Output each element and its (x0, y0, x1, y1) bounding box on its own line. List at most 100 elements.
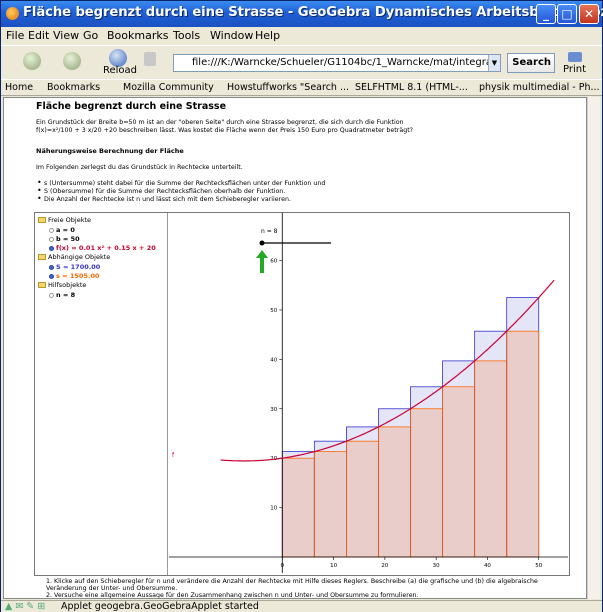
curve-label: f (172, 452, 175, 459)
status-text: Applet geogebra.GeoGebraApplet started (61, 601, 259, 612)
url-text: file:///K:/Warncke/Schueler/G1104bc/1_Wa… (192, 57, 501, 68)
chevron-down-icon[interactable]: ▼ (488, 55, 500, 71)
search-button[interactable]: Search (507, 53, 555, 73)
algebra-item[interactable]: s = 1505.00 (49, 272, 99, 280)
algebra-item[interactable]: f(x) = 0.01 x² + 0.15 x + 20 (49, 244, 156, 252)
window-title: Fläche begrenzt durch eine Strasse - Geo… (23, 5, 603, 20)
lower-sum-bar (281, 457, 315, 558)
bookmark-physik[interactable]: physik multimedial - Ph... (479, 82, 600, 93)
visibility-toggle-icon[interactable] (49, 245, 54, 251)
lower-sum-bar (506, 330, 540, 558)
bookmark-mozilla-community[interactable]: Mozilla Community (123, 82, 214, 93)
title-bar[interactable]: Fläche begrenzt durch eine Strasse - Geo… (1, 1, 603, 27)
lower-sum-bar (346, 440, 379, 558)
algebra-item-text: b = 50 (56, 235, 80, 243)
menu-bar: File Edit View Go Bookmarks Tools Window… (1, 27, 602, 45)
algebra-item-text: n = 8 (56, 291, 76, 299)
menu-edit[interactable]: Edit (28, 29, 49, 42)
algebra-item-text: f(x) = 0.01 x² + 0.15 x + 20 (56, 244, 156, 252)
visibility-toggle-icon[interactable] (49, 273, 54, 279)
arrow-up-icon (256, 250, 268, 273)
stop-icon[interactable] (144, 52, 156, 66)
lower-sum-bar (442, 386, 476, 558)
geogebra-applet[interactable]: Freie Objekte Abhängige Objekte Hilfsobj… (34, 212, 570, 576)
printer-icon (567, 52, 582, 62)
task-2: 2. Versuche eine allgemeine Aussage für … (46, 592, 419, 599)
page-content: Fläche begrenzt durch eine Strasse Ein G… (3, 97, 587, 599)
algebra-item-text: S = 1700.00 (56, 263, 101, 271)
algebra-item[interactable]: S = 1700.00 (49, 263, 100, 271)
slider-knob[interactable] (259, 240, 265, 246)
status-bar: ▲ ✉ ✎ ⊞ Applet geogebra.GeoGebraApplet s… (1, 600, 602, 612)
status-icons: ▲ ✉ ✎ ⊞ (5, 601, 46, 612)
menu-tools[interactable]: Tools (173, 29, 200, 42)
visibility-toggle-icon[interactable] (49, 264, 54, 270)
reload-button[interactable]: Reload (103, 65, 137, 76)
visibility-toggle-icon[interactable] (49, 292, 54, 298)
y-tick-label: 40 (270, 357, 277, 363)
graphics-view[interactable]: 0 10 20 30 40 50102030405060 f n = 8 (169, 213, 570, 575)
print-label: Print (563, 64, 587, 75)
task-1-line-2: Veränderung der Unter- und Obersumme. (46, 585, 178, 592)
intro-line-1: Ein Grundstück der Breite b=50 m ist an … (36, 119, 404, 126)
bookmark-howstuffworks[interactable]: Howstuffworks "Search ... (227, 82, 349, 93)
algebra-item[interactable]: a = 0 (49, 226, 75, 234)
lower-sum-bar (313, 451, 347, 558)
algebra-item[interactable]: b = 50 (49, 235, 80, 243)
visibility-toggle-icon[interactable] (49, 236, 54, 242)
x-tick-label: 0 (281, 563, 285, 569)
task-1-line-1: 1. Klicke auf den Schieberegler für n un… (46, 578, 538, 585)
bookmark-home[interactable]: Home (5, 82, 33, 93)
bookmark-selfhtml[interactable]: SELFHTML 8.1 (HTML-... (355, 82, 468, 93)
navigation-toolbar: Reload file:///K:/Warncke/Schueler/G1104… (1, 45, 602, 79)
bullet-obersumme: S (Obersumme) für die Summe der Rechteck… (37, 186, 285, 195)
back-icon[interactable] (23, 52, 41, 70)
dependent-objects-folder[interactable]: Abhängige Objekte (38, 253, 110, 261)
algebra-item[interactable]: n = 8 (49, 291, 75, 299)
section-intro: Im Folgenden zerlegst du das Grundstück … (36, 164, 243, 171)
folder-icon (38, 217, 46, 223)
x-tick-label: 10 (330, 563, 337, 569)
bookmark-bookmarks[interactable]: Bookmarks (47, 82, 100, 93)
browser-window: Fläche begrenzt durch eine Strasse - Geo… (0, 0, 603, 612)
lower-sum-bar (474, 360, 508, 558)
menu-file[interactable]: File (6, 29, 24, 42)
aux-objects-folder[interactable]: Hilfsobjekte (38, 281, 86, 289)
lower-sum-bar (410, 408, 443, 558)
slider-label: n = 8 (261, 228, 278, 235)
menu-window[interactable]: Window (210, 29, 253, 42)
aux-objects-header: Hilfsobjekte (48, 281, 87, 289)
bullet-slider-hint: Die Anzahl der Rechtecke ist n und lässt… (37, 194, 291, 203)
firefox-icon (6, 7, 19, 20)
page-title: Fläche begrenzt durch eine Strasse (36, 101, 227, 112)
y-tick-label: 50 (270, 308, 277, 314)
print-button[interactable]: Print (563, 52, 586, 75)
menu-bookmarks[interactable]: Bookmarks (107, 29, 168, 42)
search-label: Search (512, 57, 551, 68)
free-objects-folder[interactable]: Freie Objekte (38, 216, 91, 224)
vertical-scrollbar[interactable] (587, 97, 600, 599)
minimize-button[interactable]: _ (536, 4, 556, 24)
url-input[interactable]: file:///K:/Warncke/Schueler/G1104bc/1_Wa… (173, 54, 501, 72)
menu-go[interactable]: Go (83, 29, 98, 42)
dependent-objects-header: Abhängige Objekte (48, 253, 111, 261)
y-tick-label: 30 (270, 407, 277, 413)
folder-icon (38, 282, 46, 288)
x-tick-label: 40 (484, 563, 491, 569)
free-objects-header: Freie Objekte (48, 216, 92, 224)
section-heading: Näherungsweise Berechnung der Fläche (36, 147, 184, 155)
bookmarks-bar: Home Bookmarks Mozilla Community Howstuf… (1, 79, 602, 96)
y-tick-label: 10 (270, 506, 277, 512)
y-tick-label: 60 (270, 259, 277, 265)
maximize-button[interactable]: □ (557, 4, 577, 24)
lower-sum-bar (378, 426, 411, 558)
menu-help[interactable]: Help (255, 29, 280, 42)
menu-view[interactable]: View (53, 29, 79, 42)
intro-line-2: f(x)=x²/100 + 3 x/20 +20 beschreiben läs… (36, 127, 414, 134)
algebra-item-text: a = 0 (56, 226, 75, 234)
forward-icon[interactable] (63, 52, 81, 70)
bullet-untersumme: s (Untersumme) steht dabei für die Summe… (37, 178, 325, 187)
close-button[interactable]: ✕ (579, 4, 599, 24)
visibility-toggle-icon[interactable] (49, 227, 54, 233)
x-tick-label: 20 (381, 563, 388, 569)
